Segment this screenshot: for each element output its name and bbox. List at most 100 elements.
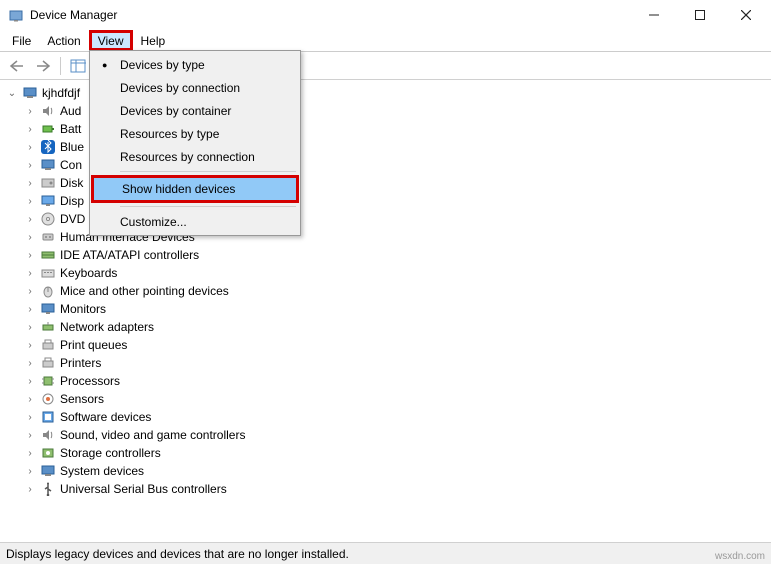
status-text: Displays legacy devices and devices that… <box>6 547 349 561</box>
tree-item[interactable]: ›IDE ATA/ATAPI controllers <box>6 246 765 264</box>
expander-icon[interactable]: › <box>24 340 36 351</box>
show-hide-tree-button[interactable] <box>67 55 89 77</box>
root-label: kjhdfdjf <box>42 86 80 100</box>
menu-separator <box>120 171 296 172</box>
tree-item-label: Software devices <box>60 410 151 424</box>
system-icon <box>40 463 56 479</box>
expander-icon[interactable]: › <box>24 178 36 189</box>
menu-separator <box>120 206 296 207</box>
tree-item-label: Monitors <box>60 302 106 316</box>
tree-item-label: Sensors <box>60 392 104 406</box>
printer-icon <box>40 355 56 371</box>
expander-icon[interactable]: › <box>24 466 36 477</box>
tree-item[interactable]: › Monitors <box>6 300 765 318</box>
tree-item-label: Aud <box>60 104 81 118</box>
menu-show-hidden-devices[interactable]: Show hidden devices <box>94 178 296 200</box>
expander-icon[interactable]: › <box>24 124 36 135</box>
expander-icon[interactable]: › <box>24 160 36 171</box>
menu-resources-by-type[interactable]: Resources by type <box>92 122 298 145</box>
computer-icon <box>22 85 38 101</box>
app-icon <box>8 7 24 23</box>
tree-item[interactable]: › Universal Serial Bus controllers <box>6 480 765 498</box>
menu-action[interactable]: Action <box>39 30 88 51</box>
expander-icon[interactable]: › <box>24 304 36 315</box>
minimize-button[interactable] <box>631 0 677 30</box>
expander-icon[interactable]: › <box>24 322 36 333</box>
tree-item[interactable]: › Software devices <box>6 408 765 426</box>
expander-icon[interactable]: › <box>24 286 36 297</box>
forward-button[interactable] <box>32 55 54 77</box>
expander-icon[interactable]: › <box>24 232 36 243</box>
menu-view[interactable]: View <box>89 30 133 51</box>
menu-help[interactable]: Help <box>133 30 174 51</box>
menu-resources-by-connection[interactable]: Resources by connection <box>92 145 298 168</box>
menu-label: Show hidden devices <box>122 182 235 196</box>
tree-item-label: Disp <box>60 194 84 208</box>
expander-icon[interactable]: › <box>24 196 36 207</box>
tree-item[interactable]: › Network adapters <box>6 318 765 336</box>
disk-icon <box>40 175 56 191</box>
dvd-icon <box>40 211 56 227</box>
tree-item-label: Storage controllers <box>60 446 161 460</box>
tree-item-label: Printers <box>60 356 101 370</box>
tree-item[interactable]: › System devices <box>6 462 765 480</box>
titlebar: Device Manager <box>0 0 771 30</box>
menu-customize[interactable]: Customize... <box>92 210 298 233</box>
highlight-annotation: Show hidden devices <box>91 175 299 203</box>
tree-item[interactable]: › Sensors <box>6 390 765 408</box>
tree-item-label: Batt <box>60 122 81 136</box>
tree-item[interactable]: ›Mice and other pointing devices <box>6 282 765 300</box>
expander-icon[interactable]: › <box>24 448 36 459</box>
menu-label: Resources by type <box>120 127 219 141</box>
tree-item[interactable]: › Storage controllers <box>6 444 765 462</box>
tree-item[interactable]: ›Keyboards <box>6 264 765 282</box>
menu-label: Resources by connection <box>120 150 255 164</box>
keyboard-icon <box>40 265 56 281</box>
tree-item-label: Network adapters <box>60 320 154 334</box>
expander-icon[interactable]: › <box>24 250 36 261</box>
expander-icon[interactable]: › <box>24 142 36 153</box>
menu-label: Devices by connection <box>120 81 240 95</box>
tree-item[interactable]: ›Sound, video and game controllers <box>6 426 765 444</box>
printq-icon <box>40 337 56 353</box>
tree-item[interactable]: ›Processors <box>6 372 765 390</box>
expander-icon[interactable]: ⌄ <box>6 88 18 99</box>
menu-label: Customize... <box>120 215 187 229</box>
tree-item[interactable]: › Print queues <box>6 336 765 354</box>
expander-icon[interactable]: › <box>24 106 36 117</box>
view-menu-popup: ●Devices by type Devices by connection D… <box>89 50 301 236</box>
menu-devices-by-type[interactable]: ●Devices by type <box>92 53 298 76</box>
mouse-icon <box>40 283 56 299</box>
tree-item-label: Universal Serial Bus controllers <box>60 482 227 496</box>
bluetooth-icon <box>40 139 56 155</box>
usb-icon <box>40 481 56 497</box>
menu-file[interactable]: File <box>4 30 39 51</box>
tree-item-label: Print queues <box>60 338 127 352</box>
display-icon <box>40 193 56 209</box>
cpu-icon <box>40 373 56 389</box>
network-icon <box>40 319 56 335</box>
menu-devices-by-container[interactable]: Devices by container <box>92 99 298 122</box>
tree-item-label: Disk <box>60 176 83 190</box>
storage-icon <box>40 445 56 461</box>
statusbar: Displays legacy devices and devices that… <box>0 542 771 564</box>
expander-icon[interactable]: › <box>24 394 36 405</box>
sound-icon <box>40 427 56 443</box>
toolbar-separator <box>60 57 61 75</box>
back-button[interactable] <box>6 55 28 77</box>
monitor-icon <box>40 301 56 317</box>
tree-item-label: Blue <box>60 140 84 154</box>
close-button[interactable] <box>723 0 769 30</box>
expander-icon[interactable]: › <box>24 268 36 279</box>
tree-item-label: System devices <box>60 464 144 478</box>
expander-icon[interactable]: › <box>24 214 36 225</box>
watermark: wsxdn.com <box>715 551 765 562</box>
expander-icon[interactable]: › <box>24 358 36 369</box>
expander-icon[interactable]: › <box>24 412 36 423</box>
menu-devices-by-connection[interactable]: Devices by connection <box>92 76 298 99</box>
expander-icon[interactable]: › <box>24 376 36 387</box>
expander-icon[interactable]: › <box>24 430 36 441</box>
tree-item[interactable]: › Printers <box>6 354 765 372</box>
maximize-button[interactable] <box>677 0 723 30</box>
expander-icon[interactable]: › <box>24 484 36 495</box>
